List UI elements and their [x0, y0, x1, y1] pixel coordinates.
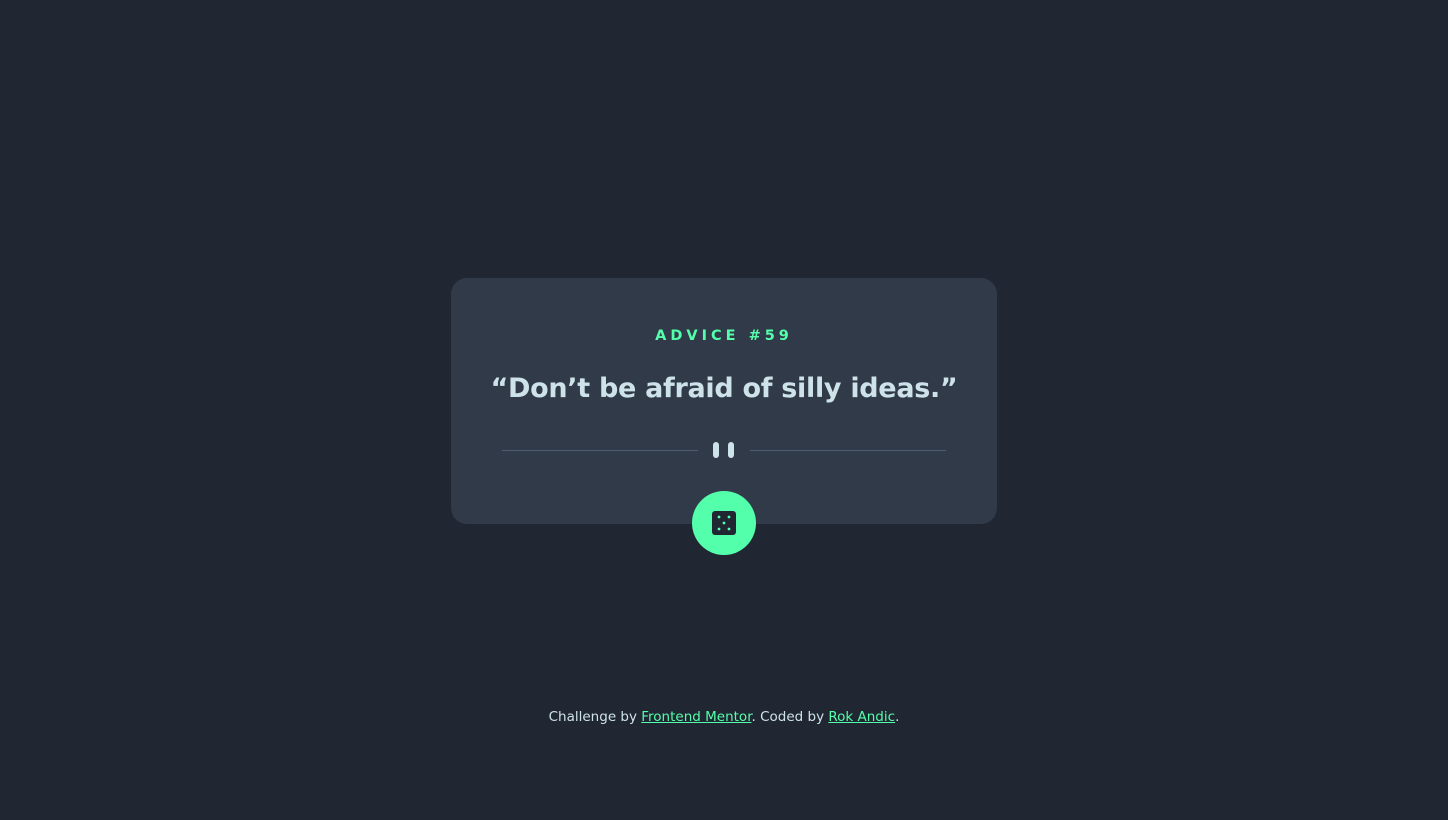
- attribution: Challenge by Frontend Mentor. Coded by R…: [0, 709, 1448, 725]
- divider-line-right: [750, 450, 946, 451]
- divider-line-left: [502, 450, 698, 451]
- attribution-suffix: .: [895, 709, 900, 725]
- page: ADVICE #59 “Don’t be afraid of silly ide…: [0, 0, 1448, 820]
- attribution-middle: . Coded by: [751, 709, 829, 725]
- advice-quote: “Don’t be afraid of silly ideas.”: [490, 373, 958, 404]
- pause-icon: [713, 442, 735, 458]
- pause-icon-bar: [713, 442, 719, 458]
- frontend-mentor-link[interactable]: Frontend Mentor: [641, 709, 751, 725]
- advice-card: ADVICE #59 “Don’t be afraid of silly ide…: [451, 278, 997, 524]
- pause-icon-bar: [728, 442, 734, 458]
- dice-icon: [712, 511, 736, 535]
- attribution-prefix: Challenge by: [548, 709, 642, 725]
- author-link[interactable]: Rok Andic: [828, 709, 895, 725]
- advice-id-label: ADVICE #59: [655, 328, 793, 344]
- divider: [502, 441, 946, 459]
- new-advice-button[interactable]: [692, 491, 756, 555]
